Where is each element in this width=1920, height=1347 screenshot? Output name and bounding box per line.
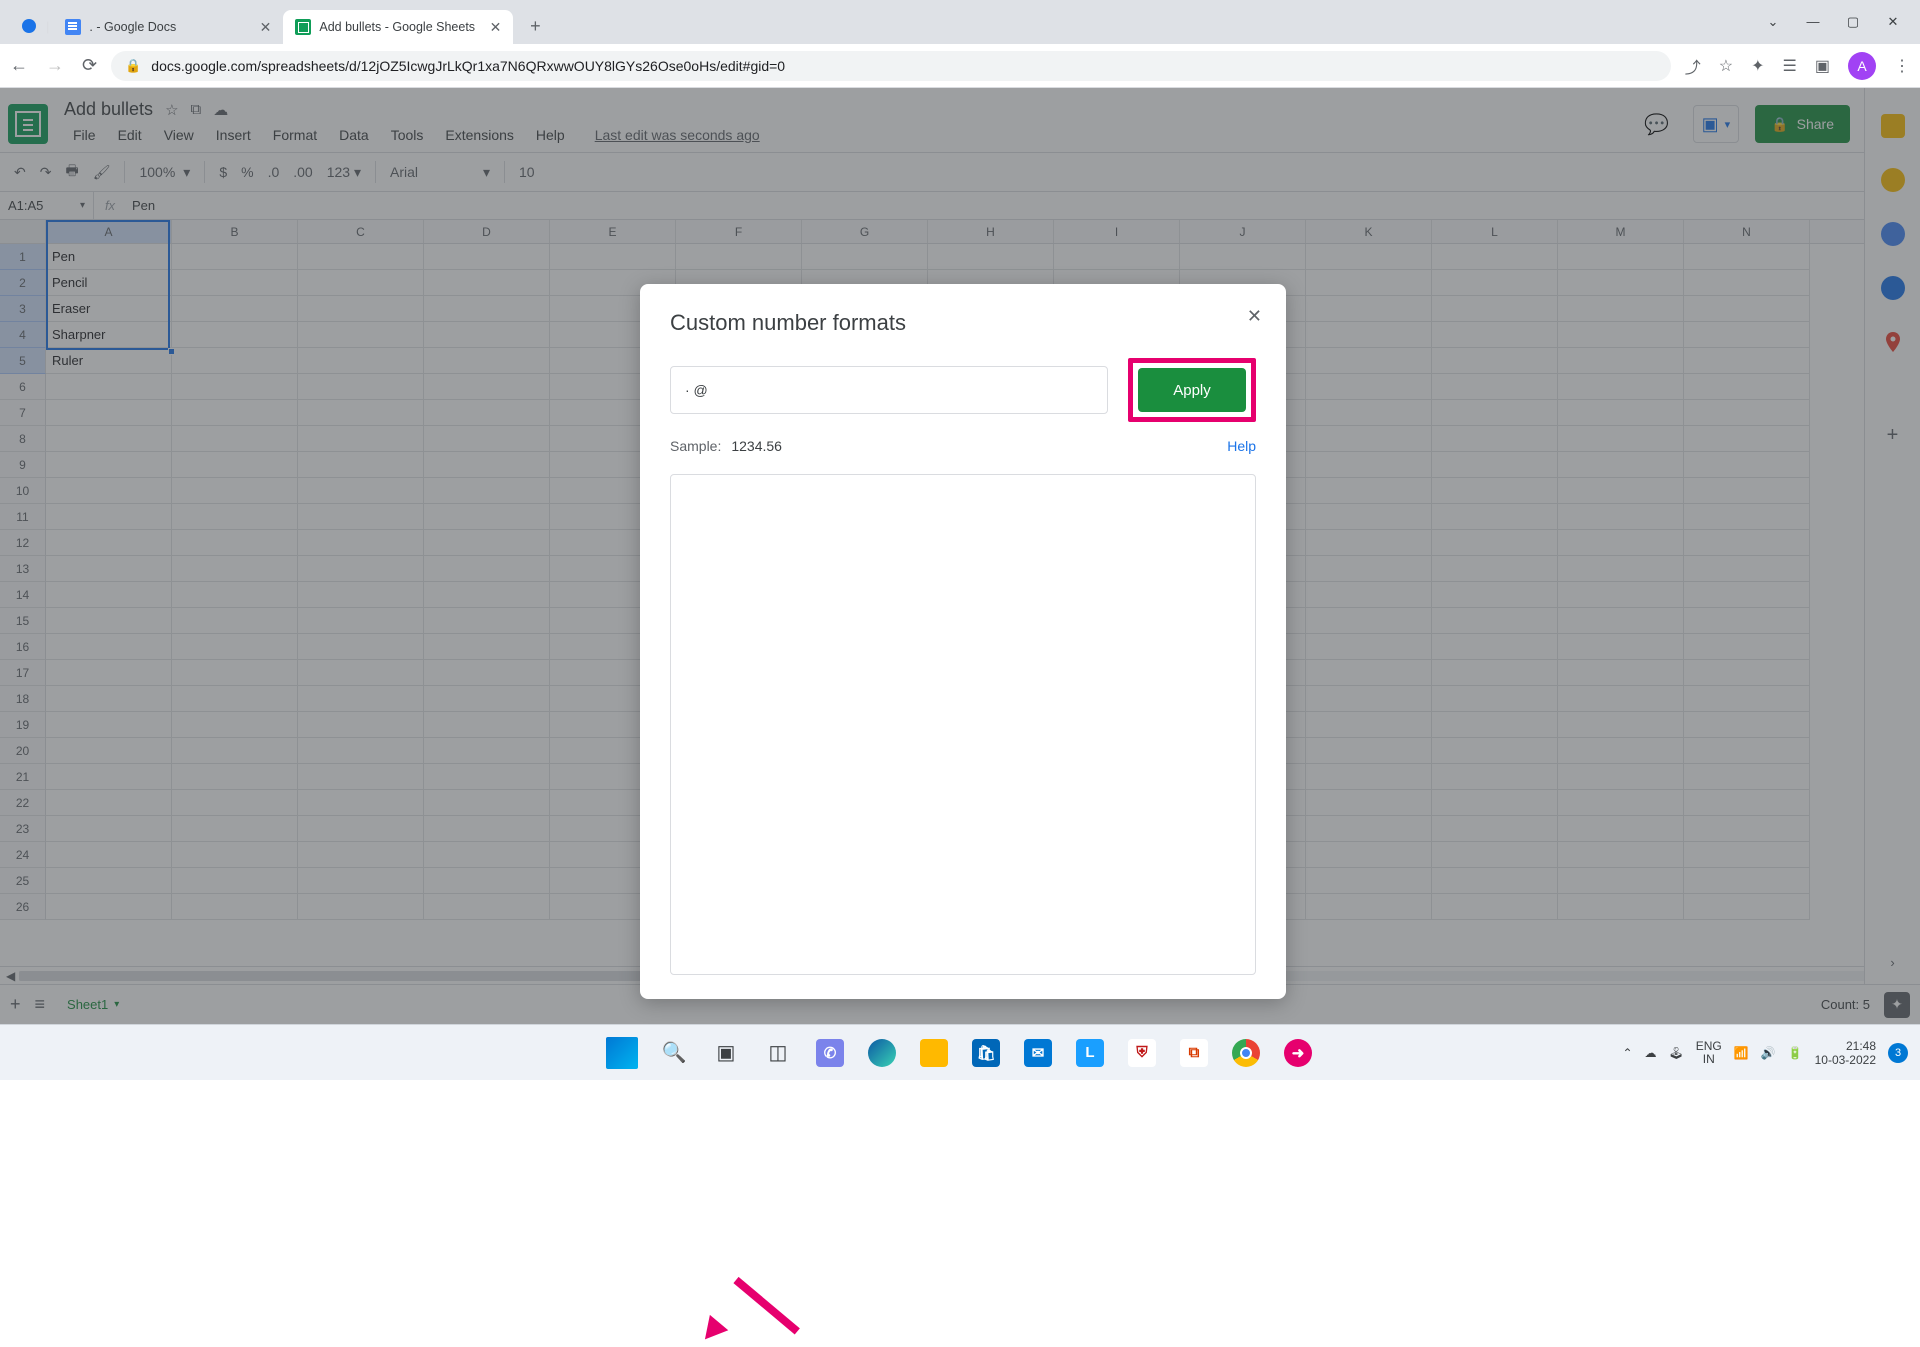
browser-tab-strip: | . - Google Docs ✕ Add bullets - Google… bbox=[0, 0, 1920, 44]
notification-badge[interactable]: 3 bbox=[1888, 1043, 1908, 1063]
app-icon-pink[interactable]: ➜ bbox=[1277, 1032, 1319, 1074]
close-dialog-button[interactable]: ✕ bbox=[1247, 306, 1262, 327]
chat-icon[interactable]: ✆ bbox=[809, 1032, 851, 1074]
format-input[interactable] bbox=[670, 366, 1108, 414]
reload-button[interactable]: ⟳ bbox=[82, 55, 97, 76]
tray-overflow-icon[interactable]: ⌃ bbox=[1622, 1046, 1632, 1060]
tab-title: . - Google Docs bbox=[89, 20, 251, 34]
forward-button: → bbox=[46, 55, 64, 76]
sample-label: Sample: bbox=[670, 438, 721, 454]
minimize-button[interactable]: — bbox=[1804, 14, 1822, 30]
chrome-menu-icon[interactable]: ⋮ bbox=[1894, 56, 1910, 76]
browser-tab-docs[interactable]: . - Google Docs ✕ bbox=[53, 10, 283, 44]
onedrive-icon[interactable]: ☁ bbox=[1645, 1046, 1657, 1060]
windows-taskbar: 🔍 ▣ ◫ ✆ 🛍 ✉ L ⛨ ⧉ ➜ ⌃ ☁ 🕹 ENGIN 📶 🔊 🔋 21… bbox=[0, 1024, 1920, 1080]
taskbar-search-icon[interactable]: 🔍 bbox=[653, 1032, 695, 1074]
close-tab-icon[interactable]: ✕ bbox=[490, 19, 502, 36]
sidepanel-icon[interactable]: ▣ bbox=[1815, 56, 1830, 76]
mail-icon[interactable]: ✉ bbox=[1017, 1032, 1059, 1074]
new-tab-button[interactable]: + bbox=[521, 12, 549, 40]
url-field[interactable]: 🔒 docs.google.com/spreadsheets/d/12jOZ5I… bbox=[111, 51, 1671, 81]
address-bar: ← → ⟳ 🔒 docs.google.com/spreadsheets/d/1… bbox=[0, 44, 1920, 88]
help-link[interactable]: Help bbox=[1227, 438, 1256, 454]
recording-indicator-icon bbox=[22, 19, 36, 33]
url-text: docs.google.com/spreadsheets/d/12jOZ5Icw… bbox=[151, 58, 785, 74]
tab-title: Add bullets - Google Sheets bbox=[319, 20, 481, 34]
close-window-button[interactable]: ✕ bbox=[1884, 14, 1902, 30]
window-controls: ⌄ — ▢ ✕ bbox=[1746, 14, 1920, 30]
sample-value: 1234.56 bbox=[731, 438, 782, 454]
wifi-icon[interactable]: 📶 bbox=[1734, 1046, 1749, 1060]
extensions-icon[interactable]: ✦ bbox=[1751, 56, 1764, 76]
tray-app-icon[interactable]: 🕹 bbox=[1669, 1046, 1684, 1060]
widgets-icon[interactable]: ◫ bbox=[757, 1032, 799, 1074]
share-page-icon[interactable]: ⤴ bbox=[1685, 54, 1701, 78]
language-indicator[interactable]: ENGIN bbox=[1696, 1040, 1722, 1066]
file-explorer-icon[interactable] bbox=[913, 1032, 955, 1074]
bookmark-icon[interactable]: ☆ bbox=[1719, 56, 1733, 76]
clock[interactable]: 21:4810-03-2022 bbox=[1815, 1039, 1876, 1067]
maximize-button[interactable]: ▢ bbox=[1844, 14, 1862, 30]
annotation-highlight: Apply bbox=[1128, 358, 1256, 422]
edge-icon[interactable] bbox=[861, 1032, 903, 1074]
office-icon[interactable]: ⧉ bbox=[1173, 1032, 1215, 1074]
app-icon[interactable]: L bbox=[1069, 1032, 1111, 1074]
tab-search-icon[interactable]: ⌄ bbox=[1764, 14, 1782, 30]
google-docs-icon bbox=[65, 19, 81, 35]
back-button[interactable]: ← bbox=[10, 55, 28, 76]
volume-icon[interactable]: 🔊 bbox=[1761, 1046, 1776, 1060]
task-view-icon[interactable]: ▣ bbox=[705, 1032, 747, 1074]
apply-button[interactable]: Apply bbox=[1138, 368, 1246, 412]
close-tab-icon[interactable]: ✕ bbox=[260, 19, 272, 36]
start-button[interactable] bbox=[601, 1032, 643, 1074]
format-list-box[interactable] bbox=[670, 474, 1256, 975]
google-sheets-icon bbox=[295, 19, 311, 35]
dialog-title: Custom number formats bbox=[670, 310, 1256, 336]
custom-number-format-dialog: Custom number formats ✕ Apply Sample: 12… bbox=[640, 284, 1286, 999]
battery-icon[interactable]: 🔋 bbox=[1788, 1046, 1803, 1060]
mcafee-icon[interactable]: ⛨ bbox=[1121, 1032, 1163, 1074]
profile-avatar[interactable]: A bbox=[1848, 52, 1876, 80]
microsoft-store-icon[interactable]: 🛍 bbox=[965, 1032, 1007, 1074]
lock-icon: 🔒 bbox=[125, 58, 141, 74]
reading-list-icon[interactable]: ☰ bbox=[1783, 56, 1797, 76]
chrome-icon[interactable] bbox=[1225, 1032, 1267, 1074]
browser-tab-sheets[interactable]: Add bullets - Google Sheets ✕ bbox=[283, 10, 513, 44]
